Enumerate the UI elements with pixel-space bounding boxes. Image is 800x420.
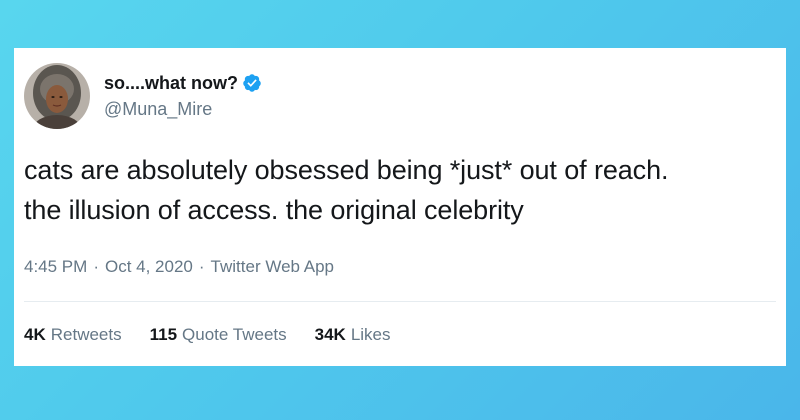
avatar[interactable]	[24, 63, 90, 129]
tweet-date[interactable]: Oct 4, 2020	[105, 256, 193, 278]
retweets-label: Retweets	[50, 325, 122, 344]
user-handle[interactable]: @Muna_Mire	[104, 98, 262, 120]
display-name-row: so....what now?	[104, 72, 262, 94]
retweets-stat[interactable]: 4K Retweets	[24, 324, 122, 346]
tweet-time[interactable]: 4:45 PM	[24, 256, 87, 278]
tweet-text: cats are absolutely obsessed being *just…	[24, 155, 669, 225]
likes-label: Likes	[350, 325, 391, 344]
verified-badge-icon	[242, 73, 262, 93]
meta-separator: ·	[93, 257, 99, 276]
likes-count: 34K	[314, 325, 346, 344]
display-name[interactable]: so....what now?	[104, 72, 238, 94]
retweets-count: 4K	[24, 325, 46, 344]
quote-tweets-stat[interactable]: 115 Quote Tweets	[150, 324, 287, 346]
quote-tweets-label: Quote Tweets	[182, 325, 287, 344]
likes-stat[interactable]: 34K Likes	[315, 324, 391, 346]
tweet-source[interactable]: Twitter Web App	[211, 256, 334, 278]
user-names: so....what now? @Muna_Mire	[104, 72, 262, 120]
divider	[24, 301, 776, 302]
quote-tweets-count: 115	[149, 325, 178, 344]
tweet-meta: 4:45 PM · Oct 4, 2020 · Twitter Web App	[24, 256, 334, 278]
tweet-stats: 4K Retweets 115 Quote Tweets 34K Likes	[24, 324, 419, 346]
tweet-card: so....what now? @Muna_Mire cats are abso…	[14, 48, 786, 366]
tweet-header: so....what now? @Muna_Mire	[24, 62, 262, 130]
meta-separator: ·	[198, 257, 205, 276]
